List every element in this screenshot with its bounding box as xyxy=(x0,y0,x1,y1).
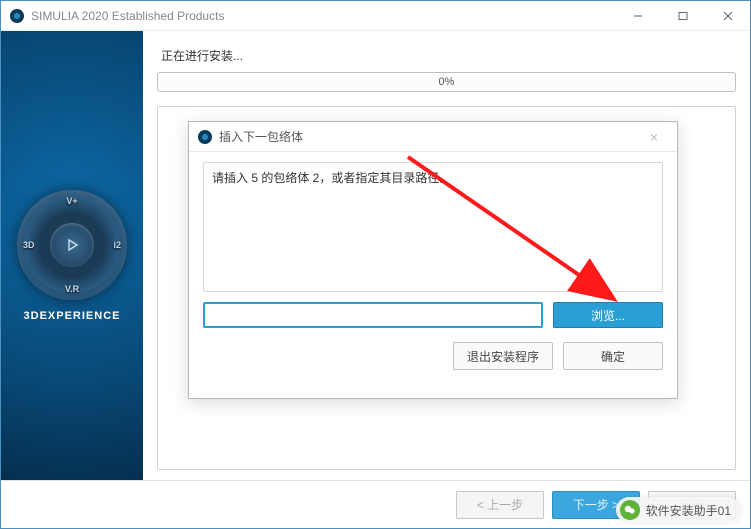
dialog-footer: 退出安装程序 确定 xyxy=(203,342,663,370)
titlebar: SIMULIA 2020 Established Products xyxy=(1,1,750,31)
insert-media-dialog: 插入下一包络体 × 请插入 5 的包络体 2，或者指定其目录路径。 浏览... … xyxy=(188,121,678,399)
play-icon xyxy=(50,223,94,267)
window-title: SIMULIA 2020 Established Products xyxy=(31,9,615,23)
installer-window: SIMULIA 2020 Established Products V+ V.R… xyxy=(0,0,751,529)
maximize-button[interactable] xyxy=(660,1,705,30)
progress-text: 0% xyxy=(439,76,455,88)
status-label: 正在进行安装... xyxy=(161,47,736,64)
compass-icon: V+ V.R 3D i2 xyxy=(17,190,127,300)
dialog-titlebar: 插入下一包络体 × xyxy=(189,122,677,152)
dialog-message: 请插入 5 的包络体 2，或者指定其目录路径。 xyxy=(203,162,663,292)
minimize-button[interactable] xyxy=(615,1,660,30)
dialog-body: 请插入 5 的包络体 2，或者指定其目录路径。 浏览... 退出安装程序 确定 xyxy=(189,152,677,398)
dialog-close-button[interactable]: × xyxy=(639,129,669,145)
sidebar: V+ V.R 3D i2 3DEXPERIENCE xyxy=(1,31,143,480)
content-area: 正在进行安装... 0% 插入下一包络体 × 请插入 5 的包络体 2，或者指定… xyxy=(143,31,750,480)
watermark: 软件安装助手01 xyxy=(616,497,741,523)
log-panel: 插入下一包络体 × 请插入 5 的包络体 2，或者指定其目录路径。 浏览... … xyxy=(157,106,736,470)
ok-button[interactable]: 确定 xyxy=(563,342,663,370)
main-area: V+ V.R 3D i2 3DEXPERIENCE 正在进行安装... 0% xyxy=(1,31,750,480)
window-controls xyxy=(615,1,750,30)
path-input[interactable] xyxy=(203,302,543,328)
path-row: 浏览... xyxy=(203,302,663,328)
prev-button[interactable]: < 上一步 xyxy=(456,491,544,519)
dialog-icon xyxy=(197,129,213,145)
progress-bar: 0% xyxy=(157,72,736,92)
wechat-icon xyxy=(620,500,640,520)
watermark-text: 软件安装助手01 xyxy=(646,502,731,519)
dialog-title: 插入下一包络体 xyxy=(219,128,639,145)
exit-installer-button[interactable]: 退出安装程序 xyxy=(453,342,553,370)
brand-label: 3DEXPERIENCE xyxy=(24,310,121,322)
close-button[interactable] xyxy=(705,1,750,30)
app-icon xyxy=(9,8,25,24)
browse-button[interactable]: 浏览... xyxy=(553,302,663,328)
